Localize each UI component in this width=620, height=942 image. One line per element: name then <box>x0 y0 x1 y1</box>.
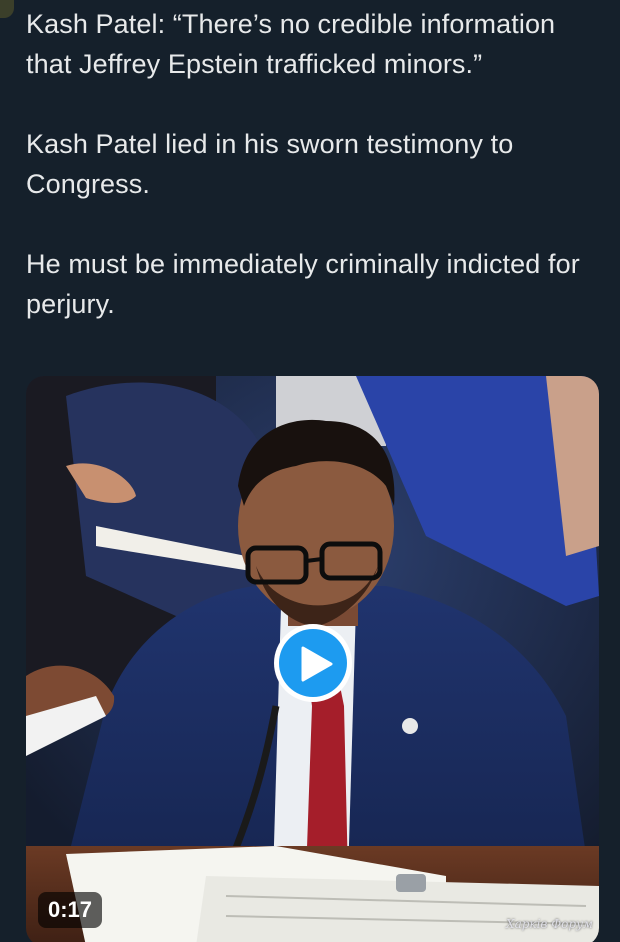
video-player[interactable]: 0:17 Харків Форум <box>26 376 599 942</box>
tweet-paragraph-quote: Kash Patel: “There’s no credible informa… <box>26 9 556 79</box>
watermark-text: Харків Форум <box>506 917 593 931</box>
avatar-edge <box>0 0 14 18</box>
video-duration-badge: 0:17 <box>38 892 103 928</box>
tweet-paragraph-demand: He must be immediately criminally indict… <box>26 249 580 319</box>
play-icon <box>301 646 333 682</box>
play-button[interactable] <box>274 624 352 702</box>
tweet-text: Kash Patel: “There’s no credible informa… <box>26 4 606 324</box>
tweet-paragraph-claim: Kash Patel lied in his sworn testimony t… <box>26 129 514 199</box>
